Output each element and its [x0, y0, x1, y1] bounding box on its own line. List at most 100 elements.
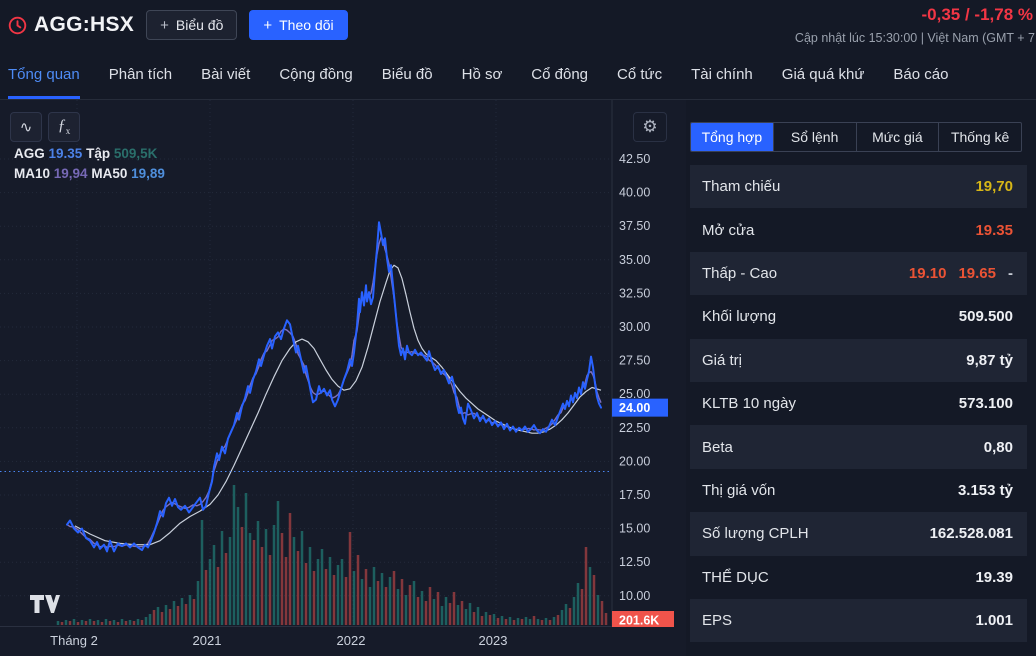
- y-axis-label: 40.00: [619, 186, 650, 200]
- volume-bar: [537, 619, 540, 625]
- volume-bar: [57, 621, 60, 625]
- y-axis-label: 32.50: [619, 286, 650, 300]
- price-chart-panel[interactable]: 42.5040.0037.5035.0032.5030.0027.5025.00…: [0, 100, 686, 656]
- volume-bar: [381, 573, 384, 625]
- volume-bar: [101, 622, 104, 625]
- price-line: [67, 222, 601, 551]
- volume-bar: [593, 575, 596, 625]
- volume-bar: [393, 571, 396, 625]
- y-axis-label: 27.50: [619, 354, 650, 368]
- y-axis-label: 20.00: [619, 454, 650, 468]
- volume-bar: [513, 620, 516, 625]
- volume-bar: [493, 614, 496, 625]
- indicators-button[interactable]: ƒx: [48, 112, 80, 142]
- volume-bar: [533, 616, 536, 625]
- plus-icon: +: [160, 17, 169, 34]
- volume-bar: [145, 617, 148, 625]
- row-value: 1.001: [975, 612, 1013, 629]
- volume-bar: [81, 620, 84, 625]
- summary-tab-3[interactable]: Thống kê: [939, 123, 1021, 151]
- row-value: 19.39: [975, 569, 1013, 586]
- summary-row-5: KLTB 10 ngày573.100: [690, 382, 1027, 425]
- volume-bar: [73, 619, 76, 625]
- add-chart-button[interactable]: + Biểu đồ: [146, 10, 237, 40]
- nav-tab-8[interactable]: Tài chính: [691, 50, 753, 99]
- volume-bar: [521, 619, 524, 625]
- legend-ma50-label: MA50: [91, 166, 127, 181]
- volume-bar: [221, 531, 224, 625]
- row-value-suffix: -: [1008, 265, 1013, 282]
- volume-bar: [261, 547, 264, 625]
- summary-panel: Tổng hợpSổ lệnhMức giáThống kê Tham chiế…: [686, 100, 1036, 656]
- nav-tab-4[interactable]: Biểu đồ: [382, 50, 433, 99]
- main-nav: Tổng quan Phân tích Bài viết Cộng đồng Biểu …: [0, 50, 1036, 100]
- volume-bar: [137, 619, 140, 625]
- volume-bar: [113, 620, 116, 625]
- y-axis-label: 35.00: [619, 253, 650, 267]
- volume-bar: [229, 537, 232, 625]
- chart-settings-button[interactable]: ⚙: [633, 112, 667, 142]
- legend-ma50: 19,89: [131, 166, 165, 181]
- volume-bar: [257, 521, 260, 625]
- row-value: 19.35: [975, 222, 1013, 239]
- summary-row-4: Giá trị9,87 tỷ: [690, 339, 1027, 382]
- x-axis-label-3: 2023: [479, 633, 508, 648]
- volume-bar: [341, 559, 344, 625]
- y-axis-label: 22.50: [619, 421, 650, 435]
- row-label: Số lượng CPLH: [702, 525, 809, 542]
- volume-bar: [525, 617, 528, 625]
- summary-tab-2[interactable]: Mức giá: [857, 123, 940, 151]
- nav-tab-0[interactable]: Tổng quan: [8, 50, 80, 99]
- volume-bar: [501, 616, 504, 625]
- volume-bar: [353, 571, 356, 625]
- volume-bar: [301, 531, 304, 625]
- symbol-title: AGG:HSX: [8, 13, 134, 37]
- volume-bar: [173, 601, 176, 625]
- nav-tab-9[interactable]: Giá quá khứ: [782, 50, 865, 99]
- summary-row-2: Thấp - Cao19.1019.65-: [690, 252, 1027, 295]
- row-label: Thấp - Cao: [702, 265, 777, 282]
- volume-bar: [417, 597, 420, 625]
- volume-bar: [165, 605, 168, 625]
- legend-vol: 509,5K: [114, 146, 158, 161]
- summary-row-6: Beta0,80: [690, 425, 1027, 468]
- nav-tab-2[interactable]: Bài viết: [201, 50, 250, 99]
- row-value: 3.153 tỷ: [958, 482, 1013, 499]
- summary-row-1: Mở cửa19.35: [690, 208, 1027, 251]
- nav-tab-1[interactable]: Phân tích: [109, 50, 172, 99]
- fx-icon: ƒx: [58, 117, 71, 136]
- volume-bar: [517, 618, 520, 625]
- chart-type-button[interactable]: ∿: [10, 112, 42, 142]
- volume-bar: [457, 605, 460, 625]
- volume-bar: [477, 607, 480, 625]
- volume-bar: [281, 533, 284, 625]
- nav-tab-7[interactable]: Cổ tức: [617, 50, 662, 99]
- nav-tab-10[interactable]: Báo cáo: [893, 50, 948, 99]
- legend-vol-label: Tập: [86, 146, 110, 161]
- nav-tab-5[interactable]: Hồ sơ: [462, 50, 503, 99]
- summary-table: Tham chiếu19,70Mở cửa19.35Thấp - Cao19.1…: [690, 165, 1027, 642]
- row-label: Beta: [702, 439, 733, 456]
- legend-price: 19.35: [49, 146, 83, 161]
- volume-bar: [149, 614, 152, 625]
- volume-bar: [509, 617, 512, 625]
- volume-bar: [129, 620, 132, 625]
- follow-button[interactable]: + Theo dõi: [249, 10, 347, 40]
- volume-bar: [589, 567, 592, 625]
- volume-bar: [161, 612, 164, 625]
- volume-bar: [309, 547, 312, 625]
- chart-legend: AGG 19.35 Tập 509,5K MA10 19,94 MA50 19,…: [14, 144, 165, 184]
- volume-bar: [465, 609, 468, 625]
- nav-tab-3[interactable]: Cộng đồng: [279, 50, 352, 99]
- volume-bar: [153, 610, 156, 625]
- volume-bar: [397, 589, 400, 625]
- tradingview-logo[interactable]: [28, 591, 60, 617]
- volume-bar: [473, 612, 476, 625]
- summary-tab-1[interactable]: Sổ lệnh: [774, 123, 857, 151]
- volume-bar: [269, 555, 272, 625]
- volume-bar: [181, 598, 184, 625]
- volume-bar: [141, 620, 144, 625]
- volume-bar: [201, 520, 204, 625]
- summary-tab-0[interactable]: Tổng hợp: [691, 123, 774, 151]
- nav-tab-6[interactable]: Cổ đông: [531, 50, 588, 99]
